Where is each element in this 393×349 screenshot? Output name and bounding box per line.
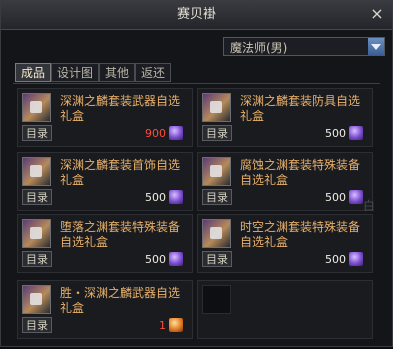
- gift-box-icon[interactable]: [22, 157, 51, 186]
- item-name: 深渊之麟套装首饰自选礼盒: [60, 158, 181, 187]
- tab-finished[interactable]: 成品: [15, 63, 51, 82]
- purple-gem-icon: [169, 126, 183, 140]
- purple-gem-icon: [349, 190, 363, 204]
- item-card[interactable]: 堕落之渊套装特殊装备自选礼盒 目录 500: [17, 214, 193, 273]
- tab-blueprints[interactable]: 设计图: [51, 63, 99, 82]
- catalog-button[interactable]: 目录: [22, 251, 52, 267]
- class-dropdown-value: 魔法师(男): [230, 41, 288, 55]
- item-card[interactable]: 腐蚀之渊套装特殊装备自选礼盒 目录 500: [197, 152, 373, 211]
- gift-box-icon[interactable]: [22, 93, 51, 122]
- empty-card: [197, 280, 373, 339]
- item-price: 900: [145, 127, 166, 140]
- purple-gem-icon: [349, 252, 363, 266]
- item-card[interactable]: 深渊之麟套装首饰自选礼盒 目录 500: [17, 152, 193, 211]
- item-name: 堕落之渊套装特殊装备自选礼盒: [60, 220, 181, 249]
- item-name: 腐蚀之渊套装特殊装备自选礼盒: [240, 158, 361, 187]
- item-price: 500: [325, 127, 346, 140]
- class-dropdown[interactable]: 魔法师(男): [223, 37, 385, 56]
- catalog-button[interactable]: 目录: [22, 189, 52, 205]
- tab-return[interactable]: 返还: [135, 63, 171, 82]
- background-text: 白: [363, 199, 376, 213]
- catalog-button[interactable]: 目录: [202, 251, 232, 267]
- item-name: 时空之渊套装特殊装备自选礼盒: [240, 220, 361, 249]
- item-price: 500: [325, 191, 346, 204]
- title-bar[interactable]: 赛贝褂 ×: [1, 1, 392, 30]
- item-price: 1: [159, 319, 166, 332]
- item-price: 500: [145, 253, 166, 266]
- gift-box-icon[interactable]: [22, 285, 51, 314]
- gift-box-icon[interactable]: [202, 93, 231, 122]
- gift-box-icon[interactable]: [202, 157, 231, 186]
- catalog-button[interactable]: 目录: [202, 189, 232, 205]
- purple-gem-icon: [169, 190, 183, 204]
- empty-slot: [202, 285, 231, 314]
- purple-gem-icon: [169, 252, 183, 266]
- item-price: 500: [325, 253, 346, 266]
- purple-gem-icon: [349, 126, 363, 140]
- catalog-button[interactable]: 目录: [22, 317, 52, 333]
- catalog-button[interactable]: 目录: [22, 125, 52, 141]
- item-name: 胜・深渊之麟武器自选礼盒: [60, 286, 181, 315]
- item-card[interactable]: 深渊之麟套装防具自选礼盒 目录 500: [197, 88, 373, 147]
- shop-window: 赛贝褂 × 魔法师(男) 成品 设计图 其他 返还 深渊之麟套装武器自选礼盒 目…: [0, 0, 393, 347]
- catalog-button[interactable]: 目录: [202, 125, 232, 141]
- tab-other[interactable]: 其他: [99, 63, 135, 82]
- window-title: 赛贝褂: [176, 7, 216, 22]
- orange-gem-icon: [169, 318, 183, 332]
- item-price: 500: [145, 191, 166, 204]
- item-grid: 深渊之麟套装武器自选礼盒 目录 900 深渊之麟套装防具自选礼盒 目录 500 …: [13, 83, 380, 349]
- item-card[interactable]: 胜・深渊之麟武器自选礼盒 目录 1: [17, 280, 193, 339]
- item-card[interactable]: 时空之渊套装特殊装备自选礼盒 目录 500: [197, 214, 373, 273]
- gift-box-icon[interactable]: [202, 219, 231, 248]
- item-name: 深渊之麟套装武器自选礼盒: [60, 94, 181, 123]
- item-name: 深渊之麟套装防具自选礼盒: [240, 94, 361, 123]
- gift-box-icon[interactable]: [22, 219, 51, 248]
- item-card[interactable]: 深渊之麟套装武器自选礼盒 目录 900: [17, 88, 193, 147]
- chevron-down-icon[interactable]: [368, 38, 384, 55]
- close-icon[interactable]: ×: [368, 5, 386, 23]
